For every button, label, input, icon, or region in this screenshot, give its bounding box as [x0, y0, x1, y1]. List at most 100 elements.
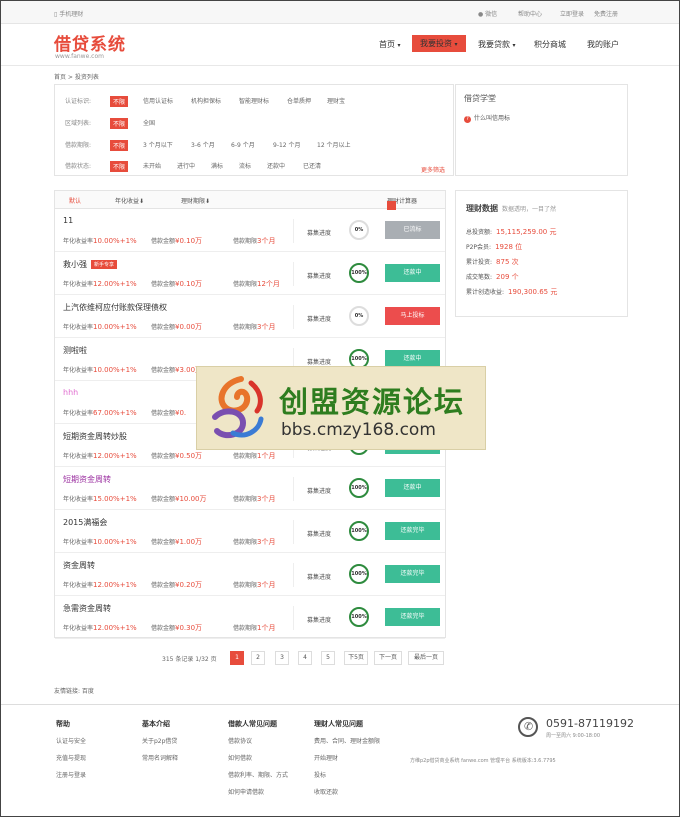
loan-title[interactable]: 上汽依维柯应付账款保理债权: [63, 302, 167, 313]
filter-option[interactable]: 6-9 个月: [231, 140, 255, 149]
table-row[interactable]: 11 年化收益率10.00%+1% 借款金额¥0.10万 借款期限3个月 募集进度 0% 已…: [55, 209, 445, 252]
filter-option[interactable]: 机构担保标: [191, 96, 221, 105]
pager-last[interactable]: 最后一页: [408, 651, 444, 665]
footer-link[interactable]: 充值与提现: [56, 753, 86, 762]
table-row[interactable]: 急需资金周转 年化收益率12.00%+1% 借款金额¥0.30万 借款期限1个月 募集进…: [55, 596, 445, 639]
school-question-link[interactable]: ? 什么叫信用标: [464, 113, 510, 123]
loan-action-button[interactable]: 还款中: [385, 479, 440, 497]
amount-label: 借款金额: [151, 582, 176, 589]
sort-term[interactable]: 理财期限⬇: [181, 196, 210, 205]
loan-action-button[interactable]: 还款中: [385, 264, 440, 282]
footer-link[interactable]: 关于p2p借贷: [142, 736, 178, 745]
pager-page[interactable]: 4: [298, 651, 312, 665]
pager-page[interactable]: 1: [230, 651, 244, 665]
filter-option[interactable]: 进行中: [177, 161, 195, 170]
loan-title-text: 短期资金周转: [63, 475, 111, 484]
forum-logo-icon: [212, 376, 264, 439]
rate-value: 15.00%+1%: [93, 495, 137, 503]
filter-option[interactable]: 满标: [211, 161, 223, 170]
filter-option-selected[interactable]: 不限: [110, 96, 129, 107]
footer-link[interactable]: 借款利率、期限、方式: [228, 770, 288, 779]
help-link[interactable]: 帮助中心: [518, 9, 542, 18]
loan-title[interactable]: 11: [63, 216, 73, 225]
footer-link[interactable]: 借款协议: [228, 736, 288, 745]
calculator-link[interactable]: 理财计算器: [387, 196, 417, 210]
table-row[interactable]: 资金周转 年化收益率12.00%+1% 借款金额¥0.20万 借款期限3个月 募集进度 1…: [55, 553, 445, 596]
filter-option[interactable]: 信用认证标: [143, 96, 173, 105]
logo[interactable]: 借贷系统: [54, 30, 126, 55]
sort-rate[interactable]: 年化收益⬇: [115, 196, 144, 205]
footer-link[interactable]: 开始理财: [314, 753, 380, 762]
filter-option[interactable]: 9-12 个月: [273, 140, 301, 149]
loan-title[interactable]: 短期资金周转炒股: [63, 431, 127, 442]
filter-option[interactable]: 智能理财标: [239, 96, 269, 105]
loan-title[interactable]: 资金周转: [63, 560, 95, 571]
register-link[interactable]: 免费注册: [594, 9, 618, 18]
table-row[interactable]: 救小强 新手专享 年化收益率12.00%+1% 借款金额¥0.10万 借款期限12个月 募…: [55, 252, 445, 295]
footer-col-investor: 理财人常见问题 费用、合同、理财金额限 开始理财 投标 收取还款: [314, 719, 380, 804]
stats-value: 15,115,259.00 元: [496, 228, 557, 236]
filter-option[interactable]: 未开始: [143, 161, 161, 170]
filter-option[interactable]: 仓单质押: [287, 96, 311, 105]
footer-link[interactable]: 注册与登录: [56, 770, 86, 779]
nav-loan[interactable]: 我要贷款 ▾: [478, 39, 516, 50]
service-hours: 周一至周六 9:00-18:00: [546, 733, 601, 739]
filter-option[interactable]: 12 个月以上: [317, 140, 351, 149]
table-row[interactable]: 上汽依维柯应付账款保理债权 年化收益率10.00%+1% 借款金额¥0.00万 借款期…: [55, 295, 445, 338]
rate-value: 12.00%+1%: [93, 624, 137, 632]
footer-link[interactable]: 如何申请借款: [228, 787, 288, 796]
footer-link[interactable]: 认证与安全: [56, 736, 86, 745]
header: 借贷系统 www.fanwe.com 首页 ▾ 我要投资 ▾ 我要贷款 ▾ 积分…: [0, 24, 680, 66]
school-question-text: 什么叫信用标: [474, 115, 511, 122]
filter-option-selected[interactable]: 不限: [110, 140, 129, 151]
filter-option-selected[interactable]: 不限: [110, 118, 129, 129]
loan-action-button[interactable]: 已流标: [385, 221, 440, 239]
filter-option[interactable]: 3 个月以下: [143, 140, 173, 149]
nav-account[interactable]: 我的账户: [587, 39, 619, 50]
pager-next5[interactable]: 下5页: [344, 651, 368, 665]
pager-next[interactable]: 下一页: [374, 651, 402, 665]
more-filter-link[interactable]: 更多筛选: [421, 165, 445, 174]
progress-label: 募集进度: [307, 531, 332, 538]
loan-amount: 借款金额¥0.50万: [151, 451, 202, 461]
footer-link[interactable]: 投标: [314, 770, 380, 779]
filter-option[interactable]: 流标: [239, 161, 251, 170]
sort-default[interactable]: 默认: [69, 196, 81, 205]
filter-label: 区域列表:: [65, 120, 92, 127]
pager-page[interactable]: 2: [251, 651, 265, 665]
filter-option[interactable]: 全国: [143, 118, 155, 127]
footer-link[interactable]: 费用、合同、理财金额限: [314, 736, 380, 745]
loan-title[interactable]: 2015满福会: [63, 517, 107, 528]
filter-option[interactable]: 3-6 个月: [191, 140, 215, 149]
wechat-link[interactable]: ● 微信: [478, 9, 497, 18]
rate-value: 10.00%+1%: [93, 237, 137, 245]
loan-title[interactable]: 急需资金周转: [63, 603, 111, 614]
loan-action-button[interactable]: 还款完毕: [385, 522, 440, 540]
nav-invest[interactable]: 我要投资 ▾: [412, 35, 466, 52]
filter-option-selected[interactable]: 不限: [110, 161, 129, 172]
loan-action-button[interactable]: 还款完毕: [385, 608, 440, 626]
loan-title[interactable]: hhh: [63, 388, 78, 397]
filter-option[interactable]: 还款中: [267, 161, 285, 170]
table-row[interactable]: 短期资金周转 年化收益率15.00%+1% 借款金额¥10.00万 借款期限3个月 募集…: [55, 467, 445, 510]
stats-value: 190,300.65 元: [508, 288, 558, 296]
login-link[interactable]: 立即登录: [560, 9, 584, 18]
loan-action-button[interactable]: 还款完毕: [385, 565, 440, 583]
mobile-link[interactable]: ▯ 手机理财: [54, 9, 83, 18]
footer-link[interactable]: 收取还款: [314, 787, 380, 796]
loan-title[interactable]: 救小强 新手专享: [63, 259, 118, 270]
nav-mall[interactable]: 积分商城: [534, 39, 566, 50]
loan-title[interactable]: 短期资金周转: [63, 474, 111, 485]
pager-page[interactable]: 3: [275, 651, 289, 665]
footer-link[interactable]: 如何借款: [228, 753, 288, 762]
filter-option[interactable]: 已还清: [303, 161, 321, 170]
term-label: 借款期限: [233, 238, 258, 245]
table-row[interactable]: 2015满福会 年化收益率10.00%+1% 借款金额¥1.00万 借款期限3个月 募集…: [55, 510, 445, 553]
filter-option[interactable]: 理财宝: [327, 96, 345, 105]
nav-home[interactable]: 首页 ▾: [379, 39, 401, 50]
footer-link[interactable]: 常用名词解释: [142, 753, 178, 762]
pager-page[interactable]: 5: [321, 651, 335, 665]
footer: 帮助 认证与安全 充值与提现 注册与登录 基本介绍 关于p2p借贷 常用名词解释…: [0, 704, 680, 817]
loan-action-button[interactable]: 马上投标: [385, 307, 440, 325]
loan-title[interactable]: 测啦啦: [63, 345, 87, 356]
